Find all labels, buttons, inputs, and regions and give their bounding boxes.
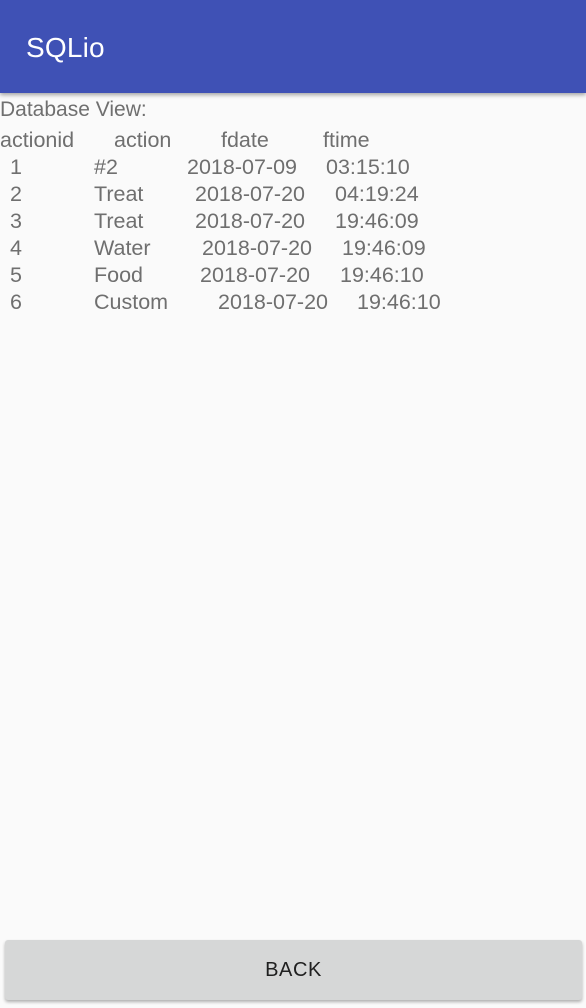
app-bar: SQLio: [0, 0, 586, 93]
table-row-cell-ftime: 19:46:10: [340, 263, 424, 287]
table-row-cell-ftime: 03:15:10: [326, 155, 410, 179]
table-row-cell-action: Food: [94, 263, 144, 287]
table-row-cell-fdate: 2018-07-20: [195, 182, 305, 206]
table-row-cell-action: Custom: [94, 290, 169, 314]
table-row-cell-fdate: 2018-07-20: [218, 290, 328, 314]
table-row-cell-action: Treat: [94, 209, 144, 233]
table-row-cell-action: #2: [94, 155, 118, 179]
table-row-cell-actionid: 3: [10, 209, 22, 233]
column-header-actionid: actionid: [0, 128, 75, 152]
table-row-cell-actionid: 6: [10, 290, 22, 314]
column-header-ftime: ftime: [323, 128, 370, 152]
table-row-cell-action: Treat: [94, 182, 144, 206]
app-title: SQLio: [26, 32, 105, 63]
database-view-label: Database View:: [0, 98, 147, 121]
table-row-cell-ftime: 19:46:10: [357, 290, 441, 314]
table-row-cell-ftime: 19:46:09: [335, 209, 419, 233]
column-header-fdate: fdate: [221, 128, 269, 152]
table-row-cell-fdate: 2018-07-20: [195, 209, 305, 233]
table-row-cell-fdate: 2018-07-20: [200, 263, 310, 287]
table-row-cell-fdate: 2018-07-20: [202, 236, 312, 260]
column-header-action: action: [114, 128, 172, 152]
table-row-cell-actionid: 4: [10, 236, 22, 260]
table-row-cell-actionid: 5: [10, 263, 22, 287]
back-button[interactable]: BACK: [5, 940, 582, 1000]
table-row-cell-ftime: 19:46:09: [342, 236, 426, 260]
table-row-cell-ftime: 04:19:24: [335, 182, 419, 206]
table-row-cell-action: Water: [94, 236, 151, 260]
table-row-cell-actionid: 1: [10, 155, 22, 179]
table-row-cell-fdate: 2018-07-09: [187, 155, 297, 179]
table-row-cell-actionid: 2: [10, 182, 22, 206]
